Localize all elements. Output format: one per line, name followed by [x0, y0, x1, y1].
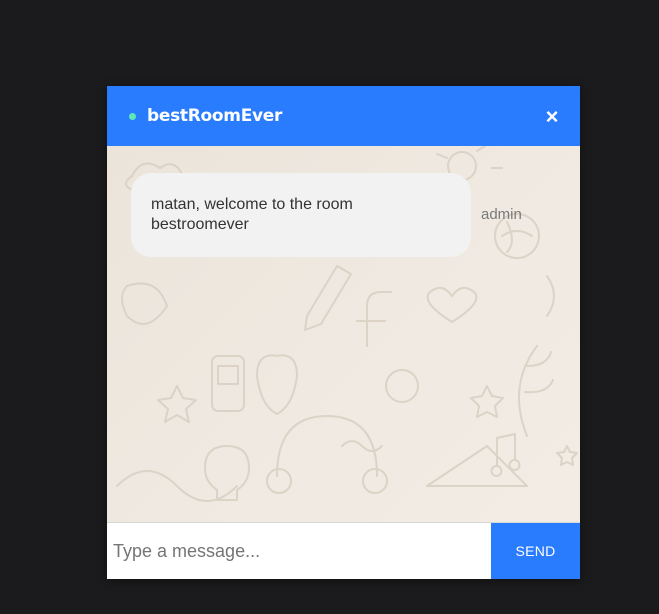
chat-header: bestRoomEver × [107, 86, 580, 146]
message-row: matan, welcome to the room bestroomever … [131, 173, 522, 257]
message-sender: admin [481, 206, 522, 223]
online-status-icon [129, 112, 136, 120]
room-title: bestRoomEver [147, 106, 283, 126]
close-icon[interactable]: × [540, 106, 564, 128]
chat-window: bestRoomEver × matan, welcome to the roo… [107, 86, 580, 579]
message-list[interactable]: matan, welcome to the room bestroomever … [107, 146, 580, 522]
composer-bar: SEND [107, 522, 580, 579]
send-button[interactable]: SEND [491, 523, 580, 579]
message-input[interactable] [107, 523, 491, 579]
message-bubble: matan, welcome to the room bestroomever [131, 173, 471, 257]
